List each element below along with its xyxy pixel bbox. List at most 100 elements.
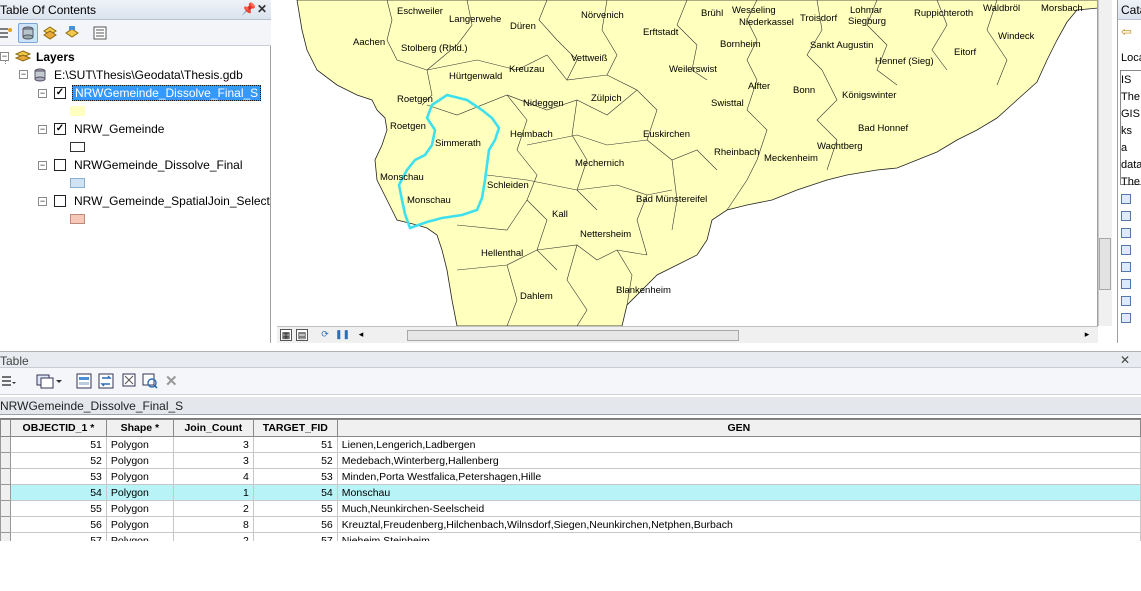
cell-objectid[interactable]: 56 bbox=[9, 516, 107, 533]
data-view-icon[interactable]: ▦ bbox=[280, 329, 292, 341]
cell-objectid[interactable]: 55 bbox=[9, 500, 107, 517]
table-row[interactable]: 52 Polygon 3 52 Medebach,Winterberg,Hallenbe… bbox=[0, 452, 1141, 469]
related-tables-icon[interactable] bbox=[36, 373, 62, 392]
cell-join-count[interactable]: 2 bbox=[172, 532, 254, 541]
table-tab[interactable]: NRWGemeinde_Dissolve_Final_S bbox=[0, 397, 1141, 415]
cell-shape[interactable]: Polygon bbox=[105, 500, 174, 517]
cell-join-count[interactable]: 3 bbox=[172, 452, 254, 469]
row-selector-header[interactable] bbox=[0, 419, 11, 437]
cell-target-fid[interactable]: 54 bbox=[252, 484, 338, 501]
cell-gen[interactable]: Kreuztal,Freudenberg,Hilchenbach,Wilnsdo… bbox=[336, 516, 1141, 533]
layer-2-visibility-checkbox[interactable]: ✓ bbox=[54, 123, 66, 135]
layer-3-symbol-swatch[interactable] bbox=[70, 178, 85, 188]
catalog-item-icon[interactable] bbox=[1121, 194, 1131, 204]
table-row[interactable]: 53 Polygon 4 53 Minden,Porta Westfalica,Pete… bbox=[0, 468, 1141, 485]
back-arrow-icon[interactable]: ⇦ bbox=[1121, 24, 1132, 40]
scroll-right-icon[interactable]: ▸ bbox=[1081, 329, 1093, 341]
cell-objectid[interactable]: 54 bbox=[9, 484, 107, 501]
table-row[interactable]: 54 Polygon 1 54 Monschau bbox=[0, 484, 1141, 501]
cell-target-fid[interactable]: 55 bbox=[252, 500, 338, 517]
catalog-item-icon[interactable] bbox=[1121, 313, 1131, 323]
cell-join-count[interactable]: 8 bbox=[172, 516, 254, 533]
catalog-item-icon[interactable] bbox=[1121, 228, 1131, 238]
refresh-icon[interactable]: ⟳ bbox=[319, 329, 331, 341]
scroll-left-icon[interactable]: ◂ bbox=[355, 329, 367, 341]
cell-target-fid[interactable]: 56 bbox=[252, 516, 338, 533]
cell-gen[interactable]: Nieheim,Steinheim bbox=[336, 532, 1141, 541]
table-close-icon[interactable]: ✕ bbox=[1120, 353, 1130, 367]
cell-join-count[interactable]: 2 bbox=[172, 500, 254, 517]
row-selector[interactable] bbox=[0, 484, 11, 501]
cell-join-count[interactable]: 4 bbox=[172, 468, 254, 485]
pause-drawing-icon[interactable]: ❚❚ bbox=[335, 329, 350, 341]
column-header-target-fid[interactable]: TARGET_FID bbox=[252, 419, 338, 437]
cell-shape[interactable]: Polygon bbox=[105, 452, 174, 469]
list-by-source-icon[interactable] bbox=[18, 23, 38, 43]
gdb-collapse-toggle[interactable]: − bbox=[19, 70, 28, 79]
row-selector[interactable] bbox=[0, 436, 11, 453]
delete-selected-icon[interactable]: ✕ bbox=[165, 372, 178, 390]
list-by-selection-icon[interactable] bbox=[62, 23, 82, 43]
zoom-to-selected-icon[interactable] bbox=[142, 373, 158, 392]
cell-shape[interactable]: Polygon bbox=[105, 532, 174, 541]
table-options-icon[interactable] bbox=[0, 374, 16, 391]
cell-objectid[interactable]: 57 bbox=[9, 532, 107, 541]
layers-root-label[interactable]: Layers bbox=[36, 50, 75, 64]
gdb-path-label[interactable]: E:\SUT\Thesis\Geodata\Thesis.gdb bbox=[54, 68, 243, 82]
cell-target-fid[interactable]: 51 bbox=[252, 436, 338, 453]
list-by-visibility-icon[interactable] bbox=[40, 23, 60, 43]
cell-shape[interactable]: Polygon bbox=[105, 468, 174, 485]
pin-icon[interactable]: 📌 bbox=[241, 2, 256, 16]
cell-gen[interactable]: Lienen,Lengerich,Ladbergen bbox=[336, 436, 1141, 453]
layer-1-name[interactable]: NRWGemeinde_Dissolve_Final_S bbox=[72, 85, 262, 101]
layer-1-symbol-swatch[interactable] bbox=[70, 106, 85, 116]
cell-target-fid[interactable]: 53 bbox=[252, 468, 338, 485]
catalog-item-icon[interactable] bbox=[1121, 211, 1131, 221]
switch-selection-icon[interactable] bbox=[98, 373, 114, 392]
cell-join-count[interactable]: 3 bbox=[172, 436, 254, 453]
row-selector[interactable] bbox=[0, 516, 11, 533]
layer-3-visibility-checkbox[interactable] bbox=[54, 159, 66, 171]
column-header-objectid[interactable]: OBJECTID_1 * bbox=[9, 419, 107, 437]
cell-shape[interactable]: Polygon bbox=[105, 484, 174, 501]
select-by-attributes-icon[interactable] bbox=[76, 373, 92, 392]
close-icon[interactable]: ✕ bbox=[257, 2, 267, 16]
cell-target-fid[interactable]: 57 bbox=[252, 532, 338, 541]
catalog-item-icon[interactable] bbox=[1121, 262, 1131, 272]
layer-1-collapse-toggle[interactable]: − bbox=[38, 89, 47, 98]
horizontal-scroll-thumb[interactable] bbox=[407, 330, 739, 341]
column-header-shape[interactable]: Shape * bbox=[105, 419, 174, 437]
catalog-item-icon[interactable] bbox=[1121, 245, 1131, 255]
cell-gen[interactable]: Monschau bbox=[336, 484, 1141, 501]
cell-shape[interactable]: Polygon bbox=[105, 436, 174, 453]
catalog-item-icon[interactable] bbox=[1121, 296, 1131, 306]
row-selector[interactable] bbox=[0, 532, 11, 541]
layer-4-symbol-swatch[interactable] bbox=[70, 214, 85, 224]
row-selector[interactable] bbox=[0, 468, 11, 485]
catalog-item-icon[interactable] bbox=[1121, 279, 1131, 289]
cell-objectid[interactable]: 51 bbox=[9, 436, 107, 453]
list-by-drawing-order-icon[interactable] bbox=[0, 23, 16, 43]
layer-4-name[interactable]: NRW_Gemeinde_SpatialJoin_Select bbox=[74, 194, 270, 208]
table-row[interactable]: 51 Polygon 3 51 Lienen,Lengerich,Ladbergen bbox=[0, 436, 1141, 453]
layer-3-collapse-toggle[interactable]: − bbox=[38, 161, 47, 170]
layer-4-visibility-checkbox[interactable] bbox=[54, 195, 66, 207]
layer-1-visibility-checkbox[interactable]: ✓ bbox=[54, 87, 66, 99]
map-canvas[interactable]: Eschweiler Langerwehe Düren Nörvenich Br… bbox=[277, 0, 1098, 326]
column-header-join-count[interactable]: Join_Count bbox=[172, 419, 254, 437]
clear-selection-icon[interactable] bbox=[122, 373, 138, 392]
column-header-gen[interactable]: GEN bbox=[336, 419, 1141, 437]
cell-objectid[interactable]: 53 bbox=[9, 468, 107, 485]
cell-gen[interactable]: Minden,Porta Westfalica,Petershagen,Hill… bbox=[336, 468, 1141, 485]
cell-join-count[interactable]: 1 bbox=[172, 484, 254, 501]
cell-gen[interactable]: Medebach,Winterberg,Hallenberg bbox=[336, 452, 1141, 469]
layer-2-symbol-swatch[interactable] bbox=[70, 142, 85, 152]
row-selector[interactable] bbox=[0, 500, 11, 517]
layout-view-icon[interactable]: ▤ bbox=[296, 329, 308, 341]
map-view[interactable]: Eschweiler Langerwehe Düren Nörvenich Br… bbox=[277, 0, 1098, 326]
cell-objectid[interactable]: 52 bbox=[9, 452, 107, 469]
layer-2-collapse-toggle[interactable]: − bbox=[38, 125, 47, 134]
cell-gen[interactable]: Much,Neunkirchen-Seelscheid bbox=[336, 500, 1141, 517]
table-row[interactable]: 57 Polygon 2 57 Nieheim,Steinheim bbox=[0, 532, 1141, 541]
row-selector[interactable] bbox=[0, 452, 11, 469]
